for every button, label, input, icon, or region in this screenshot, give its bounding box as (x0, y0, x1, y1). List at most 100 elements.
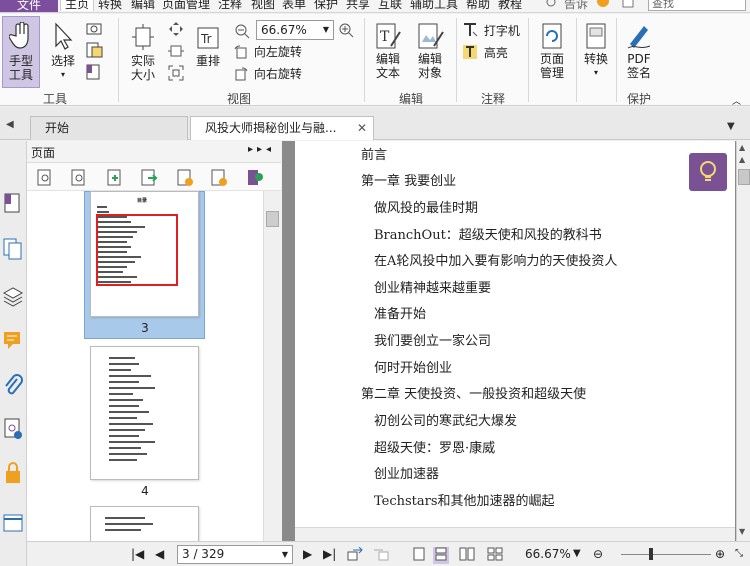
fullscreen-icon[interactable]: ⤡ (735, 547, 743, 561)
facing-pages-icon[interactable] (459, 547, 475, 564)
insert-page-icon[interactable] (106, 169, 124, 187)
zoom-slider[interactable] (621, 554, 711, 555)
page-thumbnail-4[interactable] (90, 346, 199, 480)
clipboard-icon[interactable] (86, 42, 104, 61)
menu-view[interactable]: 视图 (251, 0, 275, 11)
document-page[interactable]: 前言 第一章 我要创业 做风投的最佳时期 BranchOut：超级天使和风投的教… (295, 141, 735, 541)
account-badge-icon[interactable] (596, 0, 610, 12)
reflow-button[interactable]: Tr 重排 (192, 26, 224, 68)
toc-entry[interactable]: 在A轮风投中加入要有影响力的天使投资人 (374, 254, 617, 270)
extract-page-icon[interactable] (140, 169, 158, 187)
close-icon[interactable]: ✕ (357, 117, 367, 139)
pages-panel-icon[interactable] (2, 191, 24, 215)
menu-protect[interactable]: 保护 (314, 0, 338, 11)
continuous-page-icon[interactable] (433, 547, 449, 564)
visible-area-box[interactable] (96, 214, 178, 286)
menu-convert[interactable]: 转换 (98, 0, 122, 11)
search-input[interactable]: 查找 (648, 0, 746, 11)
tab-document[interactable]: 风投大师揭秘创业与融... ✕ (190, 116, 374, 140)
scroll-down-icon[interactable]: ▼ (739, 527, 745, 536)
panel-controls[interactable]: ▸▸◂ (248, 144, 275, 155)
tab-scroll-left-icon[interactable]: ◀ (6, 119, 14, 130)
ribbon-collapse-icon[interactable]: ︿ (732, 94, 741, 107)
toc-entry[interactable]: Techstars和其他加速器的崛起 (374, 494, 555, 510)
hand-tool[interactable]: 手型 工具 (3, 22, 39, 82)
toc-entry[interactable]: 做风投的最佳时期 (374, 201, 478, 217)
vertical-scroll-thumb[interactable] (738, 169, 750, 185)
tab-list-chevron-icon[interactable]: ▼ (727, 121, 735, 132)
single-page-icon[interactable] (413, 547, 425, 564)
actual-size-button[interactable]: 实际 大小 (124, 24, 162, 82)
scroll-up-icon[interactable]: ▲ (739, 143, 745, 152)
comments-icon[interactable] (2, 329, 24, 353)
menu-tutorial[interactable]: 教程 (498, 0, 522, 11)
fit-page-icon[interactable] (168, 21, 184, 40)
zoom-menu-chevron-icon[interactable]: ▼ (573, 547, 581, 561)
last-page-icon[interactable]: ▶| (323, 547, 336, 561)
highlight-button[interactable]: 高亮 (462, 44, 508, 61)
lightbulb-icon[interactable] (545, 0, 557, 12)
fit-width-icon[interactable] (168, 43, 184, 62)
zoom-select[interactable]: 66.67% ▼ (256, 20, 334, 40)
toc-entry[interactable]: BranchOut：超级天使和风投的教科书 (374, 228, 602, 244)
toc-entry[interactable]: 第二章 天使投资、一般投资和超级天使 (361, 387, 586, 403)
lock-icon[interactable] (2, 461, 24, 485)
scroll-up-icon[interactable]: ▲ (739, 155, 745, 164)
toc-entry[interactable]: 我们要创立一家公司 (374, 334, 491, 350)
file-menu[interactable]: 文件 (0, 0, 58, 12)
page-number-input[interactable]: 3 / 329 ▼ (177, 545, 293, 564)
tell-me-label[interactable]: 告诉 (564, 0, 588, 11)
page-manage-button[interactable]: 页面 管理 (532, 22, 572, 80)
previous-view-icon[interactable] (347, 546, 363, 564)
menu-edit[interactable]: 编辑 (131, 0, 155, 11)
toc-entry[interactable]: 第一章 我要创业 (361, 174, 456, 190)
toc-entry[interactable]: 超级天使：罗恩·康威 (374, 441, 495, 457)
zoom-out-icon[interactable] (234, 23, 250, 42)
edit-text-button[interactable]: T 编辑 文本 (370, 22, 406, 80)
rotate-left-button[interactable]: 向左旋转 (234, 44, 302, 60)
layers-icon[interactable] (2, 283, 24, 307)
pages-icon[interactable] (2, 237, 24, 261)
toc-entry[interactable]: 前言 (361, 148, 387, 164)
zoom-in-page-icon[interactable] (36, 169, 54, 187)
page-properties-icon[interactable] (246, 169, 264, 187)
snapshot-icon[interactable] (86, 21, 102, 38)
rotate-right-button[interactable]: 向右旋转 (234, 66, 302, 82)
horizontal-scrollbar[interactable] (295, 527, 735, 541)
menu-page-manage[interactable]: 页面管理 (162, 0, 210, 11)
thumbnail-scrollbar[interactable] (263, 191, 281, 541)
fit-visible-icon[interactable] (168, 65, 184, 84)
previous-page-icon[interactable]: ◀ (155, 547, 164, 561)
tab-start[interactable]: 开始 (30, 116, 188, 140)
signature-panel-icon[interactable] (2, 417, 24, 441)
toc-entry[interactable]: 创业精神越来越重要 (374, 281, 491, 297)
pdf-sign-button[interactable]: PDF 签名 (620, 22, 658, 80)
menu-form[interactable]: 表单 (282, 0, 306, 11)
replace-page-icon[interactable] (176, 169, 194, 187)
zoom-out-icon[interactable]: ⊖ (593, 547, 603, 561)
page-thumbnail-5[interactable] (90, 506, 199, 541)
toc-entry[interactable]: 创业加速器 (374, 467, 439, 483)
tips-button[interactable] (689, 153, 727, 191)
menu-home[interactable]: 主页 (60, 0, 95, 11)
document-icon[interactable] (622, 0, 634, 12)
attachment-icon[interactable] (2, 373, 24, 397)
toc-entry[interactable]: 初创公司的寒武纪大爆发 (374, 414, 517, 430)
zoom-slider-handle[interactable] (649, 548, 653, 560)
thumbnail-scroll-thumb[interactable] (266, 211, 279, 227)
convert-button[interactable]: 转换 ▾ (580, 22, 612, 80)
menu-share[interactable]: 共享 (346, 0, 370, 11)
menu-help[interactable]: 帮助 (466, 0, 490, 11)
first-page-icon[interactable]: |◀ (131, 547, 144, 561)
toc-entry[interactable]: 准备开始 (374, 307, 426, 323)
page-thumbnail-3[interactable]: 目录 (90, 191, 199, 317)
continuous-facing-icon[interactable] (487, 547, 503, 564)
vertical-scrollbar[interactable]: ▲ ▲ ▼ (736, 141, 750, 541)
menu-accessibility[interactable]: 辅助工具 (410, 0, 458, 11)
zoom-in-icon[interactable]: ⊕ (715, 547, 725, 561)
menu-connect[interactable]: 互联 (378, 0, 402, 11)
next-view-icon[interactable] (373, 547, 389, 564)
form-panel-icon[interactable] (2, 511, 24, 535)
next-page-icon[interactable]: ▶ (303, 547, 312, 561)
bookmark-doc-icon[interactable] (86, 64, 100, 83)
